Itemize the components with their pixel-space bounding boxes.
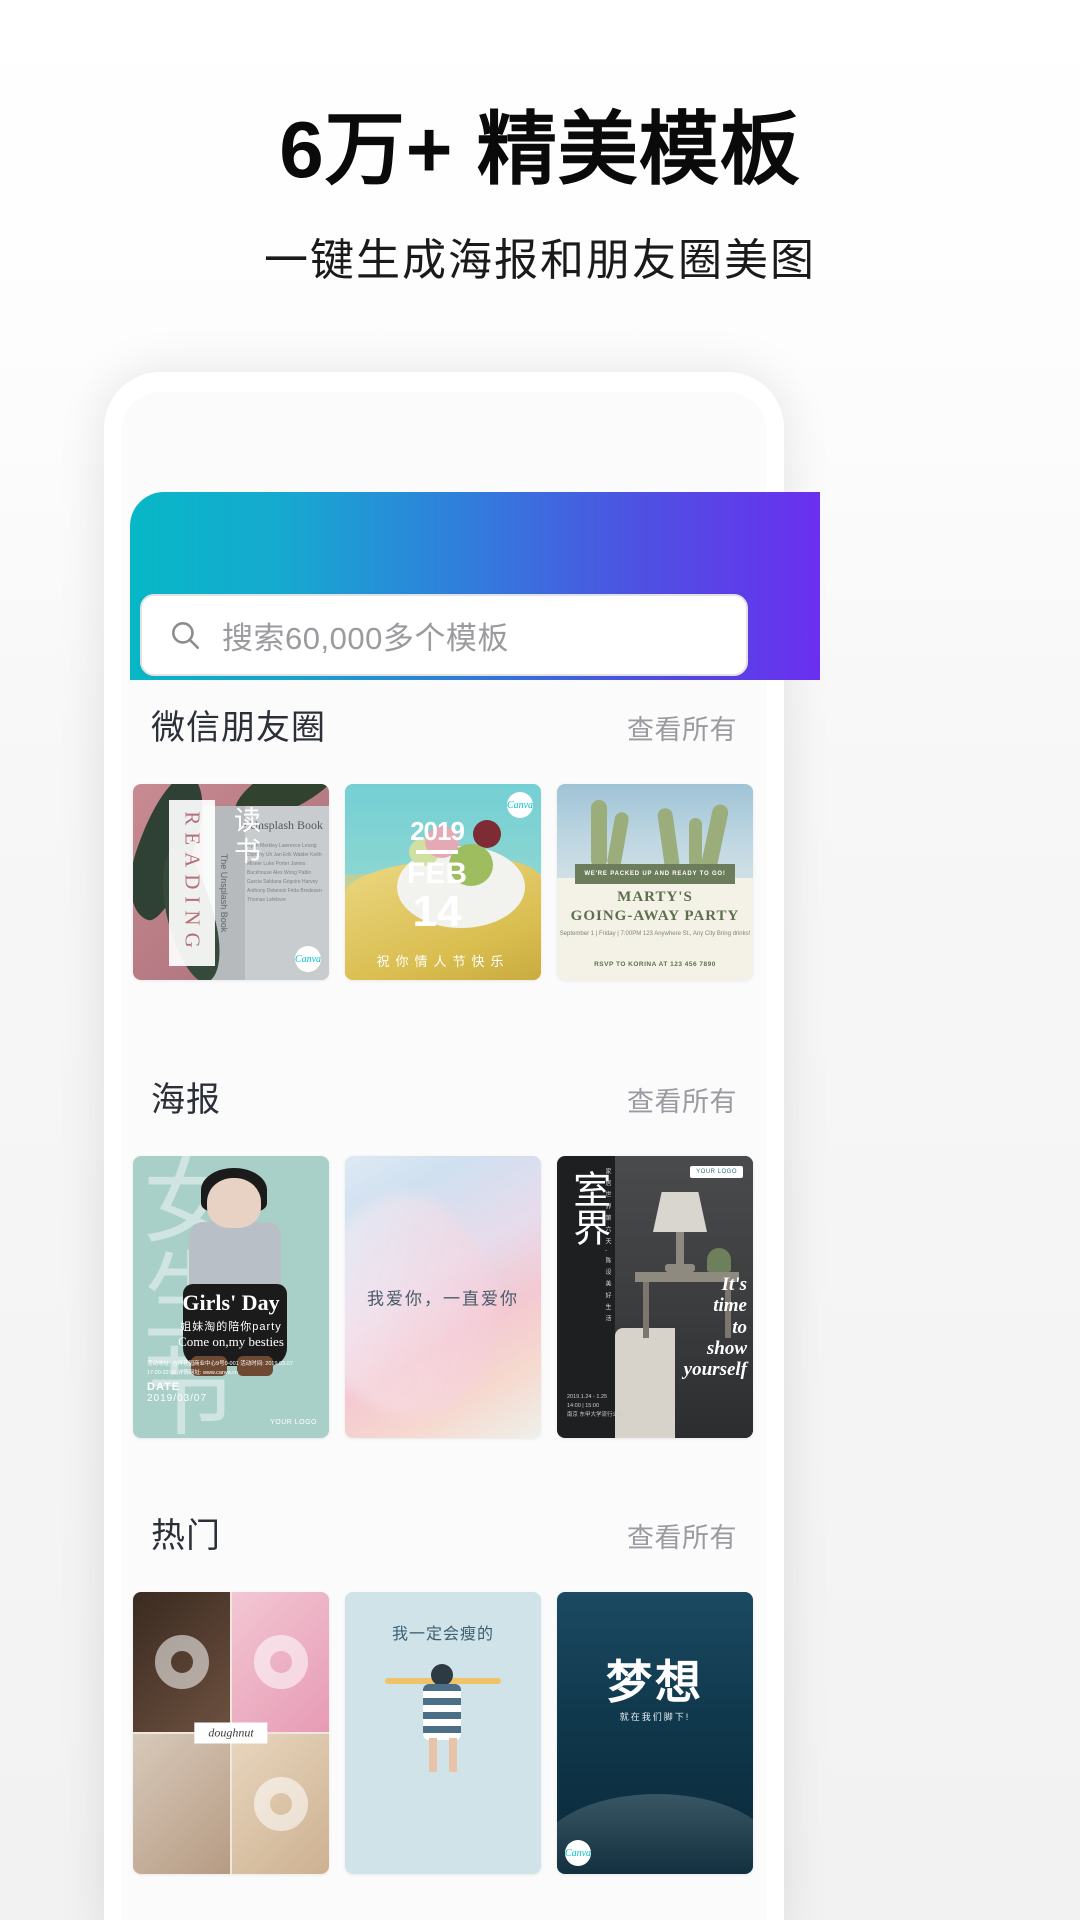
lamp-stand bbox=[676, 1232, 684, 1266]
doughnut-photo bbox=[133, 1592, 230, 1732]
party-banner-text: WE'RE PACKED UP AND READY TO GO! bbox=[584, 871, 726, 877]
card-row[interactable]: doughnut 我一定会瘦的 梦想 就在我们脚下! Canva bbox=[121, 1592, 767, 1874]
cactus-art bbox=[700, 803, 730, 871]
doughnut-photo bbox=[232, 1734, 329, 1874]
template-card-doughnut[interactable]: doughnut bbox=[133, 1592, 329, 1874]
doughnut-ring bbox=[253, 1777, 308, 1831]
figure-head bbox=[431, 1664, 453, 1686]
canva-badge: Canva bbox=[565, 1840, 591, 1866]
cactus-art bbox=[591, 800, 607, 868]
search-placeholder-text: 搜索60,000多个模板 bbox=[222, 620, 509, 656]
poster-side-text: 家 居 世 界 第 六 天 , 陈 设 美 好 生 活 bbox=[604, 1168, 610, 1324]
poster-headline: Girls' Day bbox=[182, 1290, 280, 1315]
party-heading-line1: MARTY'S bbox=[617, 889, 693, 905]
doughnut-photo bbox=[133, 1734, 230, 1874]
hero-block: 6万+ 精美模板 一键生成海报和朋友圈美图 bbox=[0, 104, 1080, 288]
view-all-link[interactable]: 查看所有 bbox=[627, 708, 737, 747]
template-card-dream[interactable]: 梦想 就在我们脚下! Canva bbox=[557, 1592, 753, 1874]
template-card-interior[interactable]: 室界 家 居 世 界 第 六 天 , 陈 设 美 好 生 活 It's time… bbox=[557, 1156, 753, 1438]
poster-date-label: DATE bbox=[147, 1381, 181, 1393]
poster-date-value: 2019/03/07 bbox=[147, 1393, 208, 1404]
lamp-shade bbox=[653, 1192, 707, 1232]
party-heading: MARTY'S GOING-AWAY PARTY bbox=[557, 888, 753, 926]
card-row[interactable]: The Unsplash Book Ryan Merkley Lawrence … bbox=[121, 784, 767, 980]
dream-headline: 梦想 bbox=[606, 1657, 704, 1708]
canva-badge: Canva bbox=[295, 946, 321, 972]
figure-leg bbox=[429, 1738, 437, 1772]
date-year: 2019 bbox=[410, 816, 465, 846]
reading-ribbon: READING bbox=[169, 800, 215, 966]
date-divider bbox=[416, 850, 458, 854]
section-title: 热门 bbox=[151, 1517, 221, 1555]
view-all-link[interactable]: 查看所有 bbox=[627, 1516, 737, 1555]
template-card-girls-day[interactable]: 女生节 Girls' Day 姐妹淘的陪你party Come on,my be… bbox=[133, 1156, 329, 1438]
poster-tagline: Come on,my besties bbox=[178, 1334, 284, 1349]
section-posters: 海报 查看所有 女生节 Girls' Da bbox=[121, 1072, 767, 1438]
party-banner: WE'RE PACKED UP AND READY TO GO! bbox=[575, 864, 735, 884]
template-feed[interactable]: 微信朋友圈 查看所有 The Unsplash Book Ryan Merkle… bbox=[121, 700, 767, 1878]
section-wechat-moments: 微信朋友圈 查看所有 The Unsplash Book Ryan Merkle… bbox=[121, 700, 767, 980]
cactus-art bbox=[606, 811, 630, 869]
date-day: 14 bbox=[412, 887, 462, 936]
template-card-valentines[interactable]: 2019 FEB 14 祝你情人节快乐 Canva bbox=[345, 784, 541, 980]
fitness-text: 我一定会瘦的 bbox=[391, 1626, 494, 1643]
poster-date: DATE 2019/03/07 bbox=[147, 1381, 207, 1404]
template-card-going-away-party[interactable]: WE'RE PACKED UP AND READY TO GO! MARTY'S… bbox=[557, 784, 753, 980]
dream-subtext: 就在我们脚下! bbox=[619, 1712, 691, 1722]
view-all-link[interactable]: 查看所有 bbox=[627, 1080, 737, 1119]
reading-cjk-text: 读书 bbox=[230, 806, 261, 868]
poster-love-text: 我爱你，一直爱你 bbox=[367, 1289, 519, 1309]
doughnut-label: doughnut bbox=[194, 1722, 268, 1744]
doughnut-ring bbox=[253, 1635, 308, 1689]
fruit-art bbox=[473, 820, 501, 848]
doughnut-photo bbox=[232, 1592, 329, 1732]
page-title: 6万+ 精美模板 bbox=[279, 105, 801, 194]
plant-art bbox=[707, 1248, 731, 1272]
doughnut-ring bbox=[154, 1635, 209, 1689]
party-meta: September 1 | Friday | 7:00PM 123 Anywhe… bbox=[559, 931, 751, 937]
canva-badge: Canva bbox=[507, 792, 533, 818]
poster-info: 活动地址: 吉祥花园商业中心9号0-001 活动时间: 2019.03.07 1… bbox=[147, 1361, 293, 1376]
poster-stamp: 2019.1.24 - 1.25 14:00 | 15:00 南京 东甲大学流行… bbox=[567, 1394, 624, 1418]
template-card-fitness[interactable]: 我一定会瘦的 bbox=[345, 1592, 541, 1874]
valentines-footer-text: 祝你情人节快乐 bbox=[376, 954, 510, 969]
search-input[interactable]: 搜索60,000多个模板 bbox=[140, 594, 748, 676]
section-header: 热门 查看所有 bbox=[121, 1508, 767, 1592]
section-header: 微信朋友圈 查看所有 bbox=[121, 700, 767, 784]
figure-head bbox=[207, 1178, 261, 1228]
search-icon bbox=[168, 618, 202, 652]
figure-body bbox=[423, 1684, 461, 1740]
date-block: 2019 FEB 14 bbox=[407, 816, 467, 933]
cactus-art bbox=[656, 807, 681, 871]
party-heading-line2: GOING-AWAY PARTY bbox=[570, 907, 740, 924]
promo-screenshot: 6万+ 精美模板 一键生成海报和朋友圈美图 微信朋友圈 查看所有 The Uns… bbox=[0, 0, 1080, 1920]
card-row[interactable]: 女生节 Girls' Day 姐妹淘的陪你party Come on,my be… bbox=[121, 1156, 767, 1438]
date-month: FEB bbox=[407, 857, 467, 890]
page-subtitle: 一键生成海报和朋友圈美图 bbox=[264, 236, 816, 285]
poster-sub-cjk: 姐妹淘的陪你party bbox=[180, 1321, 282, 1333]
figure-leg bbox=[449, 1738, 457, 1772]
section-title: 微信朋友圈 bbox=[151, 709, 326, 747]
poster-logo: YOUR LOGO bbox=[690, 1166, 743, 1178]
poster-logo: YOUR LOGO bbox=[270, 1419, 317, 1426]
template-card-love[interactable]: 我爱你，一直爱你 bbox=[345, 1156, 541, 1438]
section-title: 海报 bbox=[151, 1081, 221, 1119]
section-header: 海报 查看所有 bbox=[121, 1072, 767, 1156]
book-spine-text: The Unsplash Book bbox=[219, 853, 229, 933]
template-card-reading[interactable]: The Unsplash Book Ryan Merkley Lawrence … bbox=[133, 784, 329, 980]
poster-headline: It's time to show yourself bbox=[683, 1274, 747, 1381]
section-hot: 热门 查看所有 doughnut 我一定会瘦的 梦想 就在我们脚下! Canva bbox=[121, 1508, 767, 1874]
reading-ribbon-text: READING bbox=[180, 811, 205, 955]
party-rsvp: RSVP TO KORINA AT 123 456 7890 bbox=[594, 961, 716, 968]
lamp-base bbox=[665, 1264, 695, 1272]
cactus-art bbox=[689, 818, 702, 868]
